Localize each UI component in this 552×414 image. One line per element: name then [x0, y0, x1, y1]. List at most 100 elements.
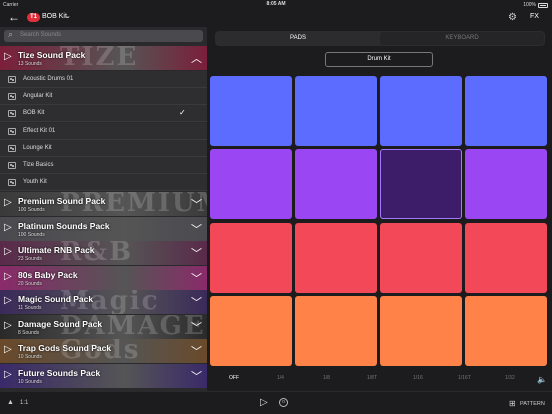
play-icon[interactable]: ▷ — [4, 344, 12, 355]
play-icon[interactable]: ▷ — [4, 295, 12, 306]
battery-indicator: 100% — [523, 2, 548, 8]
sound-pack-row[interactable]: TIZE ▷ Tize Sound Pack 13 Sounds ︿ — [0, 46, 207, 70]
fx-button[interactable]: FX — [530, 13, 539, 20]
pack-sound-count: 10 Sounds — [18, 354, 42, 360]
drum-pad[interactable] — [295, 296, 377, 366]
quantize-option[interactable]: 1/16 — [413, 375, 423, 381]
pack-title: Future Sounds Pack — [18, 367, 101, 378]
drum-pad[interactable] — [210, 76, 292, 146]
kit-list-item[interactable]: Effect Kit 01 — [0, 122, 207, 140]
battery-percent: 100% — [523, 2, 536, 8]
pack-sound-count: 10 Sounds — [18, 378, 42, 385]
chevron-down-icon[interactable]: ⌄ — [65, 12, 71, 20]
pattern-button[interactable]: PATTERN — [520, 401, 545, 407]
gear-icon[interactable]: ⚙ — [508, 12, 517, 23]
play-icon[interactable]: ▷ — [4, 51, 12, 62]
drum-pad[interactable] — [465, 76, 547, 146]
chevron-down-icon[interactable]: ﹀ — [191, 343, 202, 359]
grid-icon[interactable]: ⊞ — [509, 399, 516, 408]
status-bar: Carrier 8:05 AM 100% — [0, 0, 552, 9]
pack-title: Trap Gods Sound Pack — [18, 343, 112, 353]
pack-sound-count: 100 Sounds — [18, 231, 45, 238]
drum-kit-icon — [8, 93, 16, 101]
drum-kit-icon — [8, 127, 16, 135]
drum-pad[interactable] — [465, 223, 547, 293]
kit-list-item[interactable]: Lounge Kit — [0, 139, 207, 157]
drum-pad[interactable] — [295, 76, 377, 146]
sound-pack-row[interactable]: ▷ Platinum Sounds Pack 100 Sounds ﹀ — [0, 216, 207, 241]
chevron-down-icon[interactable]: ﹀ — [191, 196, 202, 212]
kit-list-item[interactable]: Angular Kit — [0, 88, 207, 106]
pack-sound-count: 100 Sounds — [18, 207, 45, 213]
search-icon: ⌕ — [8, 29, 14, 39]
zoom-ratio[interactable]: 1:1 — [20, 400, 28, 406]
drum-kit-icon — [8, 162, 16, 169]
chevron-down-icon[interactable]: ﹀ — [191, 221, 202, 237]
pack-title: 80s Baby Pack — [18, 269, 78, 280]
kit-label: Acoustic Drums 01 — [23, 76, 74, 82]
drum-pad[interactable] — [210, 296, 292, 366]
quantize-option[interactable]: 1/8 — [323, 375, 330, 381]
kit-label: Youth Kit — [23, 179, 47, 186]
kit-list-item[interactable]: Youth Kit — [0, 174, 207, 192]
drum-pad[interactable] — [380, 296, 462, 366]
chevron-down-icon[interactable]: ﹀ — [191, 270, 202, 286]
drum-pad[interactable] — [295, 223, 377, 293]
sound-pack-row[interactable]: Magic ▷ Magic Sound Pack 11 Sounds ﹀ — [0, 290, 207, 314]
kit-list-item[interactable]: Acoustic Drums 01 — [0, 71, 207, 88]
tab-keyboard[interactable]: KEYBOARD — [380, 32, 544, 45]
drum-pad[interactable] — [210, 223, 292, 293]
search-input[interactable]: ⌕ Search Sounds — [4, 29, 203, 42]
quantize-option[interactable]: 1/8T — [367, 375, 377, 381]
kit-label: Tize Basics — [23, 162, 54, 168]
play-icon[interactable]: ▷ — [4, 369, 12, 380]
kit-selector[interactable]: BOB Kit — [42, 13, 67, 20]
play-icon[interactable]: ▷ — [260, 397, 268, 408]
track-badge: T1 — [27, 13, 41, 22]
drum-pad[interactable] — [465, 296, 547, 366]
chevron-down-icon[interactable]: ﹀ — [191, 319, 202, 335]
sound-pack-row[interactable]: DAMAGE ▷ Damage Sound Pack 8 Sounds ﹀ — [0, 314, 207, 339]
play-icon[interactable]: ▷ — [4, 320, 12, 331]
play-icon[interactable]: ▷ — [4, 222, 12, 233]
sound-pack-row[interactable]: ▷ 80s Baby Pack 20 Sounds ﹀ — [0, 265, 207, 290]
chevron-down-icon[interactable]: ﹀ — [191, 368, 202, 384]
drum-pad[interactable] — [210, 149, 292, 219]
drum-kit-button[interactable]: Drum Kit — [325, 52, 433, 67]
back-arrow-icon[interactable]: ← — [8, 10, 20, 24]
sound-pack-row[interactable]: ▷ Future Sounds Pack 10 Sounds ﹀ — [0, 363, 207, 388]
kit-list-item[interactable]: BOB Kit ✓ — [0, 105, 207, 123]
drum-pad[interactable] — [380, 76, 462, 146]
chevron-up-icon[interactable]: ︿ — [191, 50, 202, 66]
quantize-option[interactable]: OFF — [229, 375, 239, 381]
drum-kit-icon — [8, 179, 16, 187]
pack-sound-count: 23 Sounds — [18, 256, 42, 262]
sound-pack-row[interactable]: R&B ▷ Ultimate RNB Pack 23 Sounds ﹀ — [0, 241, 207, 265]
drum-pad[interactable] — [380, 149, 462, 219]
drum-pad[interactable] — [380, 223, 462, 293]
tab-pads[interactable]: PADS — [216, 32, 380, 45]
kit-label: Effect Kit 01 — [23, 127, 56, 134]
checkmark-icon: ✓ — [179, 108, 186, 118]
quantize-options: OFF 1/4 1/8 1/8T 1/16 1/16T 1/32 — [207, 375, 552, 385]
pack-sound-count: 20 Sounds — [18, 280, 42, 287]
drum-pad[interactable] — [465, 149, 547, 219]
play-icon[interactable]: ▷ — [4, 197, 12, 208]
drum-kit-icon — [8, 144, 16, 152]
quantize-option[interactable]: 1/16T — [458, 375, 471, 381]
play-icon[interactable]: ▷ — [4, 246, 12, 257]
drum-pad[interactable] — [295, 149, 377, 219]
pack-sound-count: 13 Sounds — [18, 61, 42, 67]
metronome-icon[interactable]: o — [279, 398, 288, 407]
chevron-down-icon[interactable]: ﹀ — [191, 294, 202, 310]
sound-pack-row[interactable]: Gods ▷ Trap Gods Sound Pack 10 Sounds ﹀ — [0, 339, 207, 363]
quantize-option[interactable]: 1/4 — [277, 375, 284, 381]
chevron-up-icon[interactable]: ▲ — [7, 399, 14, 406]
kit-list-item[interactable]: Tize Basics — [0, 157, 207, 174]
play-icon[interactable]: ▷ — [4, 271, 12, 282]
sound-pack-row[interactable]: PREMIUM▷Premium Sound Pack100 Sounds﹀ — [0, 192, 207, 216]
chevron-down-icon[interactable]: ﹀ — [191, 245, 202, 261]
quantize-option[interactable]: 1/32 — [505, 375, 515, 381]
pack-title: Tize Sound Pack — [18, 50, 86, 60]
speaker-icon[interactable]: 🔈 — [537, 375, 547, 384]
